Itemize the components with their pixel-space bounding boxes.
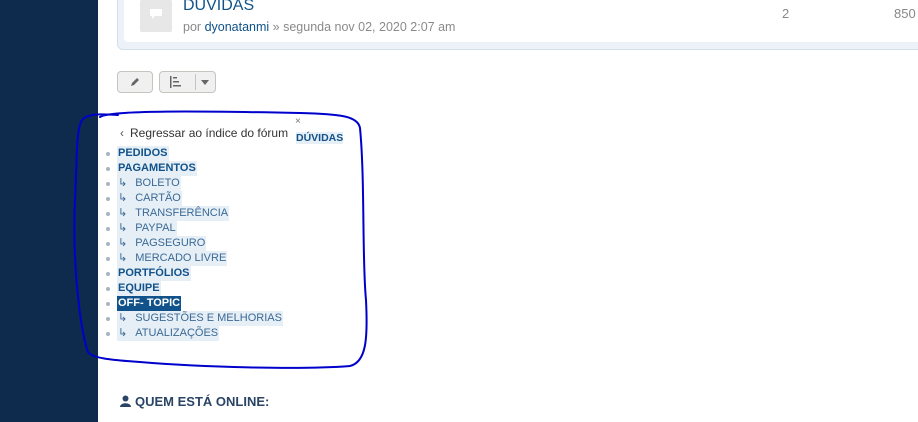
edit-button[interactable]: [117, 71, 153, 93]
pencil-icon: [131, 78, 139, 86]
bullet-icon: [106, 227, 110, 231]
sub-forum-arrow-icon: ↳: [118, 312, 128, 324]
forum-item-text: MERCADO LIVRE: [135, 252, 227, 264]
forum-item-text: PEDIDOS: [118, 147, 168, 159]
bullet-icon: [106, 257, 110, 261]
forum-item-text: PAGAMENTOS: [118, 162, 196, 174]
current-forum-label: DÚVIDAS: [296, 132, 344, 144]
sub-forum-arrow-icon: ↳: [118, 177, 128, 189]
topic-author[interactable]: dyonatanmi: [205, 20, 270, 34]
forum-item-text: ATUALIZAÇÕES: [135, 327, 219, 339]
online-heading-text: QUEM ESTÁ ONLINE:: [135, 394, 270, 409]
sub-forum-arrow-icon: ↳: [118, 207, 128, 219]
close-icon[interactable]: ×: [295, 116, 301, 127]
caret-down-icon[interactable]: [201, 80, 209, 86]
bullet-icon: [106, 317, 110, 321]
forum-item-label: PORTFÓLIOS: [117, 266, 191, 281]
forum-item-label: ↳ BOLETO: [117, 176, 181, 191]
topic-meta: por dyonatanmi » segunda nov 02, 2020 2:…: [183, 20, 455, 34]
forum-item-text: BOLETO: [135, 177, 180, 189]
forum-item-label: EQUIPE: [117, 281, 161, 296]
forum-item-text: PORTFÓLIOS: [118, 267, 190, 279]
bullet-icon: [106, 197, 110, 201]
back-to-index-link[interactable]: ‹ Regressar ao índice do fórum: [120, 126, 288, 140]
forum-item-label: OFF- TOPIC: [117, 296, 182, 311]
bullet-icon: [106, 152, 110, 156]
back-link-label: Regressar ao índice do fórum: [130, 126, 289, 140]
left-sidebar: [0, 0, 98, 422]
forum-item-text: EQUIPE: [118, 282, 160, 294]
user-icon: [120, 395, 131, 407]
button-divider: [195, 74, 196, 90]
forum-item-text: CARTÃO: [135, 192, 181, 204]
bullet-icon: [106, 287, 110, 291]
forum-item-label: PEDIDOS: [117, 146, 169, 161]
sub-forum-arrow-icon: ↳: [118, 237, 128, 249]
bullet-icon: [106, 332, 110, 336]
speech-bubble-icon: [140, 0, 172, 32]
forum-item-label: ↳ PAYPAL: [117, 221, 177, 236]
forum-item-label: ↳ ATUALIZAÇÕES: [117, 326, 220, 341]
chevron-left-icon: ‹: [120, 126, 124, 140]
forum-item-label: ↳ MERCADO LIVRE: [117, 251, 228, 266]
bullet-icon: [106, 167, 110, 171]
sort-button[interactable]: [159, 71, 216, 93]
bullet-icon: [106, 242, 110, 246]
sub-forum-arrow-icon: ↳: [118, 252, 128, 264]
topic-replies-count: 2: [782, 6, 790, 21]
bullet-icon: [106, 212, 110, 216]
forum-item-label: ↳ TRANSFERÊNCIA: [117, 206, 230, 221]
forum-item-text: PAYPAL: [135, 222, 176, 234]
forum-item-text: SUGESTÕES E MELHORIAS: [135, 312, 282, 324]
topic-title[interactable]: DÚVIDAS: [183, 0, 254, 15]
meta-date: » segunda nov 02, 2020 2:07 am: [272, 20, 456, 34]
sort-icon: [170, 76, 181, 88]
topic-views-count: 850: [894, 6, 916, 21]
forum-item-text: PAGSEGURO: [135, 237, 206, 249]
forum-item-text: OFF- TOPIC: [118, 297, 181, 309]
sub-forum-arrow-icon: ↳: [118, 327, 128, 339]
forum-item-label: ↳ PAGSEGURO: [117, 236, 207, 251]
bullet-icon: [106, 182, 110, 186]
bullet-icon: [106, 272, 110, 276]
forum-item-label: ↳ CARTÃO: [117, 191, 182, 206]
forum-item-label: PAGAMENTOS: [117, 161, 197, 176]
forum-item-text: TRANSFERÊNCIA: [135, 207, 229, 219]
who-is-online-heading: QUEM ESTÁ ONLINE:: [120, 394, 269, 409]
sub-forum-arrow-icon: ↳: [118, 222, 128, 234]
meta-prefix: por: [183, 20, 202, 34]
bullet-icon: [106, 302, 110, 306]
forum-item-label: ↳ SUGESTÕES E MELHORIAS: [117, 311, 283, 326]
sub-forum-arrow-icon: ↳: [118, 192, 128, 204]
